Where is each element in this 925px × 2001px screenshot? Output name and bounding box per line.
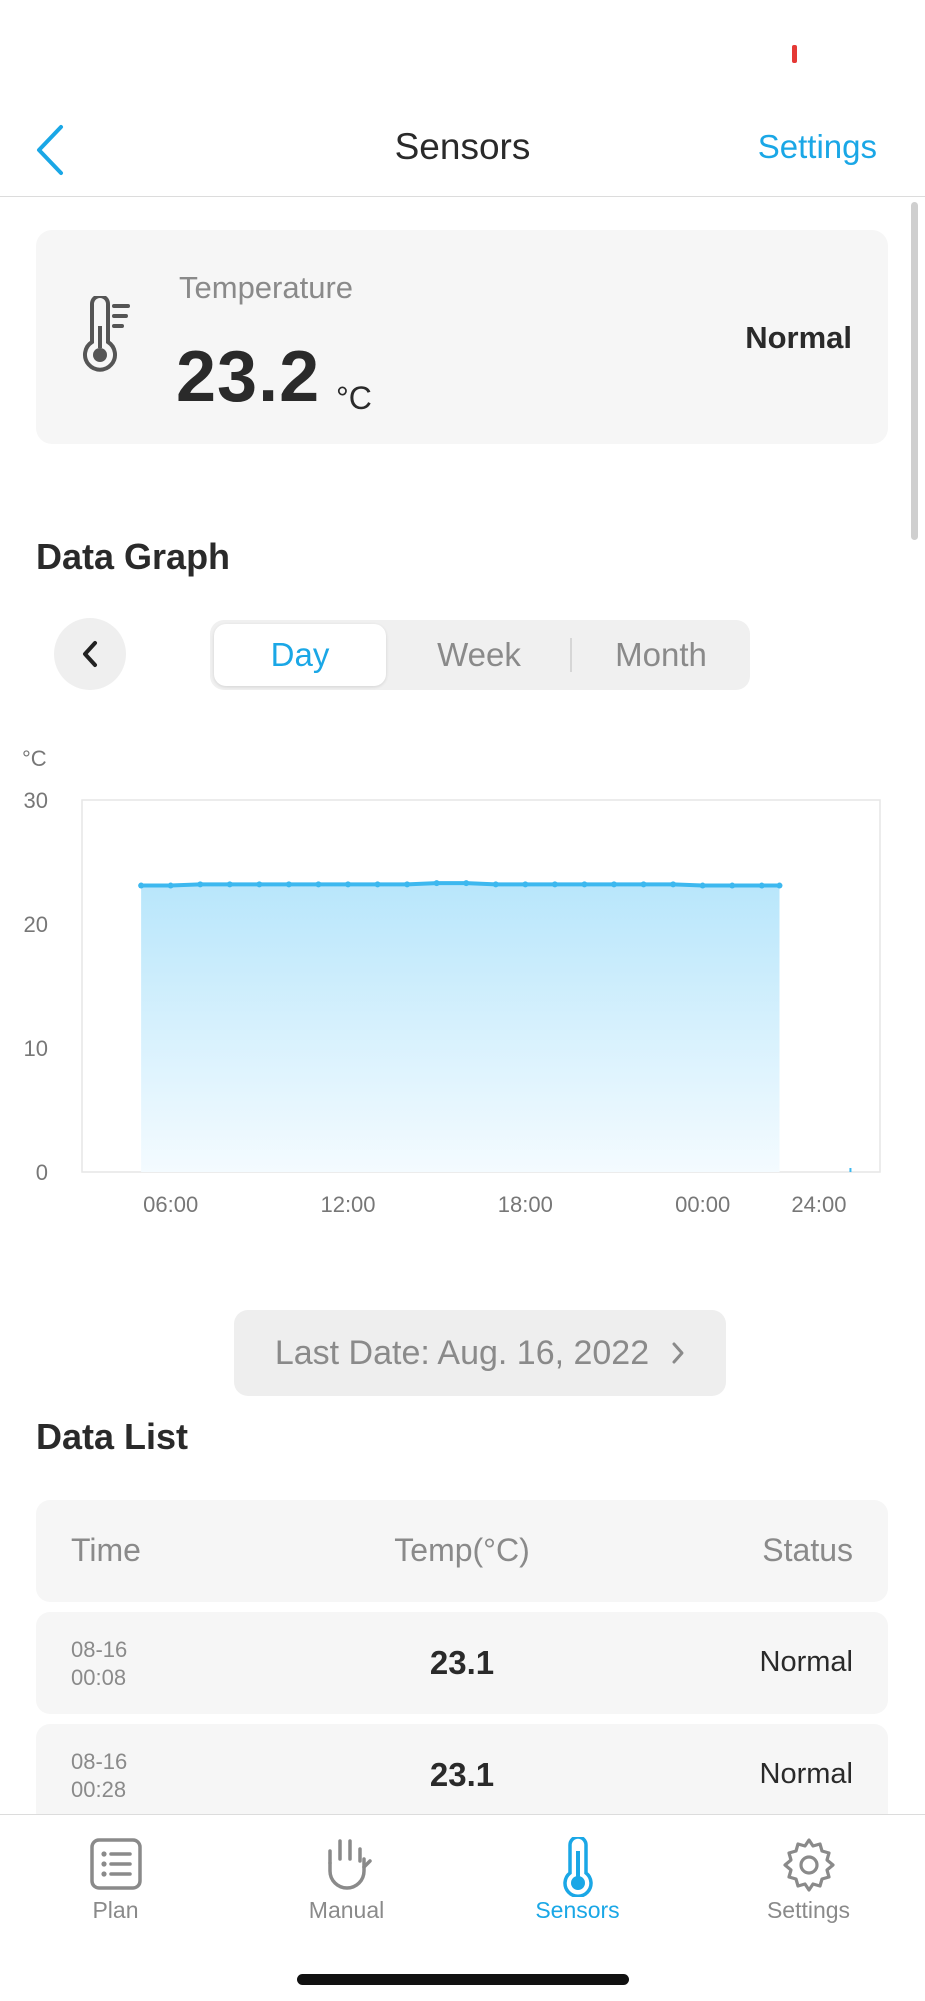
data-point [729, 882, 736, 889]
y-axis-label: °C [22, 746, 47, 771]
x-tick-label: 24:00 [791, 1192, 846, 1217]
header-settings-button[interactable]: Settings [758, 128, 877, 166]
segment-divider [570, 638, 572, 672]
tab-label: Plan [92, 1897, 139, 1923]
data-graph-title: Data Graph [36, 536, 231, 577]
data-point [167, 882, 174, 889]
hand-icon [327, 1839, 372, 1890]
y-tick-label: 30 [24, 788, 48, 813]
scrollbar[interactable] [911, 202, 918, 540]
data-point [670, 881, 677, 888]
x-tick-label: 06:00 [143, 1192, 198, 1217]
data-point [285, 881, 292, 888]
temperature-unit: °C [336, 380, 372, 416]
data-point [463, 880, 470, 887]
tab-manual[interactable]: Manual [231, 1815, 462, 1945]
row-status: Normal [759, 1758, 853, 1790]
thermometer-icon [83, 296, 130, 372]
status-indicator [792, 45, 797, 63]
data-point [226, 881, 233, 888]
chevron-right-icon [672, 1342, 684, 1364]
tab-plan[interactable]: Plan [0, 1815, 231, 1945]
data-point [776, 882, 783, 889]
data-point [640, 881, 647, 888]
data-point [611, 881, 617, 888]
previous-period-button[interactable] [54, 618, 126, 690]
bottom-tab-bar: Plan Manual Sensors Settings [0, 1814, 925, 2001]
tab-day[interactable]: Day [214, 624, 386, 686]
tab-month[interactable]: Month [576, 624, 746, 686]
chevron-left-icon [83, 641, 97, 667]
data-point [581, 881, 588, 888]
tab-label: Manual [308, 1897, 385, 1923]
sensor-status: Normal [745, 320, 852, 355]
temperature-card: Temperature 23.2 °C Normal [36, 230, 888, 444]
series-area [141, 883, 780, 1172]
y-tick-label: 10 [24, 1036, 48, 1061]
last-date-button[interactable]: Last Date: Aug. 16, 2022 [234, 1310, 726, 1396]
data-point [138, 882, 145, 889]
temperature-value: 23.2 [176, 337, 321, 417]
tab-sensors[interactable]: Sensors [462, 1815, 693, 1945]
data-point [551, 881, 558, 888]
tab-label: Settings [766, 1897, 851, 1923]
tab-settings[interactable]: Settings [693, 1815, 924, 1945]
home-indicator [297, 1974, 629, 1985]
thermometer-icon [562, 1837, 593, 1897]
data-point [404, 881, 411, 888]
data-point [197, 881, 204, 888]
y-tick-label: 20 [24, 912, 48, 937]
data-point [758, 882, 765, 889]
row-status: Normal [759, 1646, 853, 1678]
data-point [522, 881, 529, 888]
data-list-title: Data List [36, 1416, 189, 1457]
data-point [374, 881, 381, 888]
data-list-header: Time Temp(°C) Status [36, 1500, 888, 1602]
data-point [433, 880, 440, 887]
column-header-temp: Temp(°C) [394, 1532, 530, 1568]
plan-icon [89, 1838, 142, 1890]
tab-week[interactable]: Week [394, 624, 564, 686]
last-date-label: Last Date: Aug. 16, 2022 [274, 1333, 650, 1372]
data-point [699, 882, 706, 889]
gear-icon [782, 1838, 835, 1892]
data-point [315, 881, 322, 888]
data-point [345, 881, 351, 888]
data-point [492, 881, 499, 888]
table-row: 08-16 00:08 23.1 Normal [36, 1612, 888, 1714]
data-point [256, 881, 263, 888]
temperature-chart: °C 0 10 20 30 06:00 12:00 18:00 00:00 24:00 [22, 746, 881, 1217]
table-row: 08-16 00:28 23.1 Normal [36, 1724, 888, 1826]
column-header-status: Status [762, 1532, 853, 1568]
x-tick-label: 18:00 [498, 1192, 553, 1217]
tab-label: Sensors [535, 1897, 620, 1923]
sensor-label: Temperature [179, 270, 354, 305]
x-tick-label: 12:00 [320, 1192, 375, 1217]
x-tick-label: 00:00 [675, 1192, 730, 1217]
y-tick-label: 0 [36, 1160, 48, 1185]
nav-header: Sensors Settings [0, 110, 925, 197]
period-segmented-control: Day Week Month [210, 620, 750, 690]
